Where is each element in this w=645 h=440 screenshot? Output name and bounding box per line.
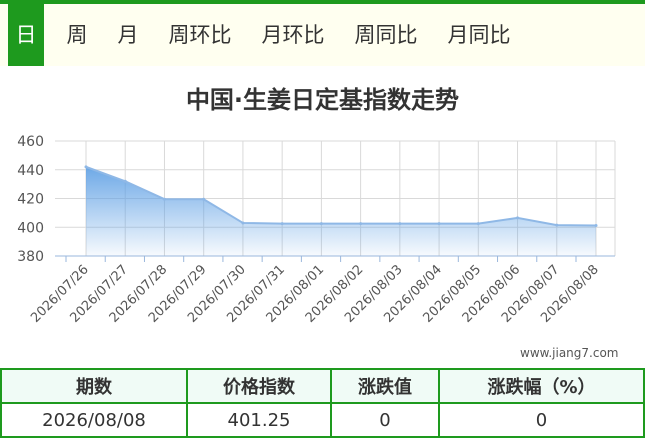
table-header-row: 期数 价格指数 涨跌值 涨跌幅（%） xyxy=(0,368,645,404)
cell-period: 2026/08/08 xyxy=(0,402,188,438)
header-price-index: 价格指数 xyxy=(186,368,332,404)
tab-day[interactable]: 日 xyxy=(8,4,44,66)
data-point xyxy=(398,222,402,226)
y-tick-label: 460 xyxy=(17,134,44,150)
header-period: 期数 xyxy=(0,368,188,404)
latest-index-table: 期数 价格指数 涨跌值 涨跌幅（%） 2026/08/08 401.25 0 0 xyxy=(0,368,645,438)
data-point xyxy=(437,222,441,226)
data-point xyxy=(241,221,245,225)
data-point xyxy=(594,223,598,227)
tab-week-on-week[interactable]: 周环比 xyxy=(162,4,238,66)
watermark: www.jiang7.com xyxy=(520,346,619,360)
data-point xyxy=(123,179,127,183)
data-point xyxy=(476,222,480,226)
y-tick-label: 380 xyxy=(17,249,44,265)
cell-change-value: 0 xyxy=(330,402,440,438)
chart-title: 中国·生姜日定基指数走势 xyxy=(185,86,460,114)
data-point xyxy=(319,222,323,226)
tab-month-on-month[interactable]: 月环比 xyxy=(255,4,331,66)
data-point xyxy=(516,216,520,220)
tab-week-year-on-year[interactable]: 周同比 xyxy=(348,4,424,66)
header-change-percent: 涨跌幅（%） xyxy=(438,368,645,404)
y-tick-label: 420 xyxy=(17,192,44,208)
data-point xyxy=(202,197,206,201)
data-point xyxy=(162,197,166,201)
tab-month-year-on-year[interactable]: 月同比 xyxy=(441,4,517,66)
cell-price-index: 401.25 xyxy=(186,402,332,438)
data-point xyxy=(359,222,363,226)
tab-month[interactable]: 月 xyxy=(108,4,148,66)
series-area-fill xyxy=(86,166,596,256)
tab-week[interactable]: 周 xyxy=(60,4,94,66)
header-change-value: 涨跌值 xyxy=(330,368,440,404)
index-area-chart: 3804004204404602026/07/262026/07/272026/… xyxy=(17,134,616,326)
data-point xyxy=(84,165,88,169)
table-row: 2026/08/08 401.25 0 0 xyxy=(0,402,645,438)
y-tick-label: 440 xyxy=(17,163,44,179)
y-tick-label: 400 xyxy=(17,220,44,236)
cell-change-percent: 0 xyxy=(438,402,645,438)
data-point xyxy=(280,222,284,226)
data-point xyxy=(555,223,559,227)
period-tab-bar: 日 周 月 周环比 月环比 周同比 月同比 xyxy=(0,4,645,66)
